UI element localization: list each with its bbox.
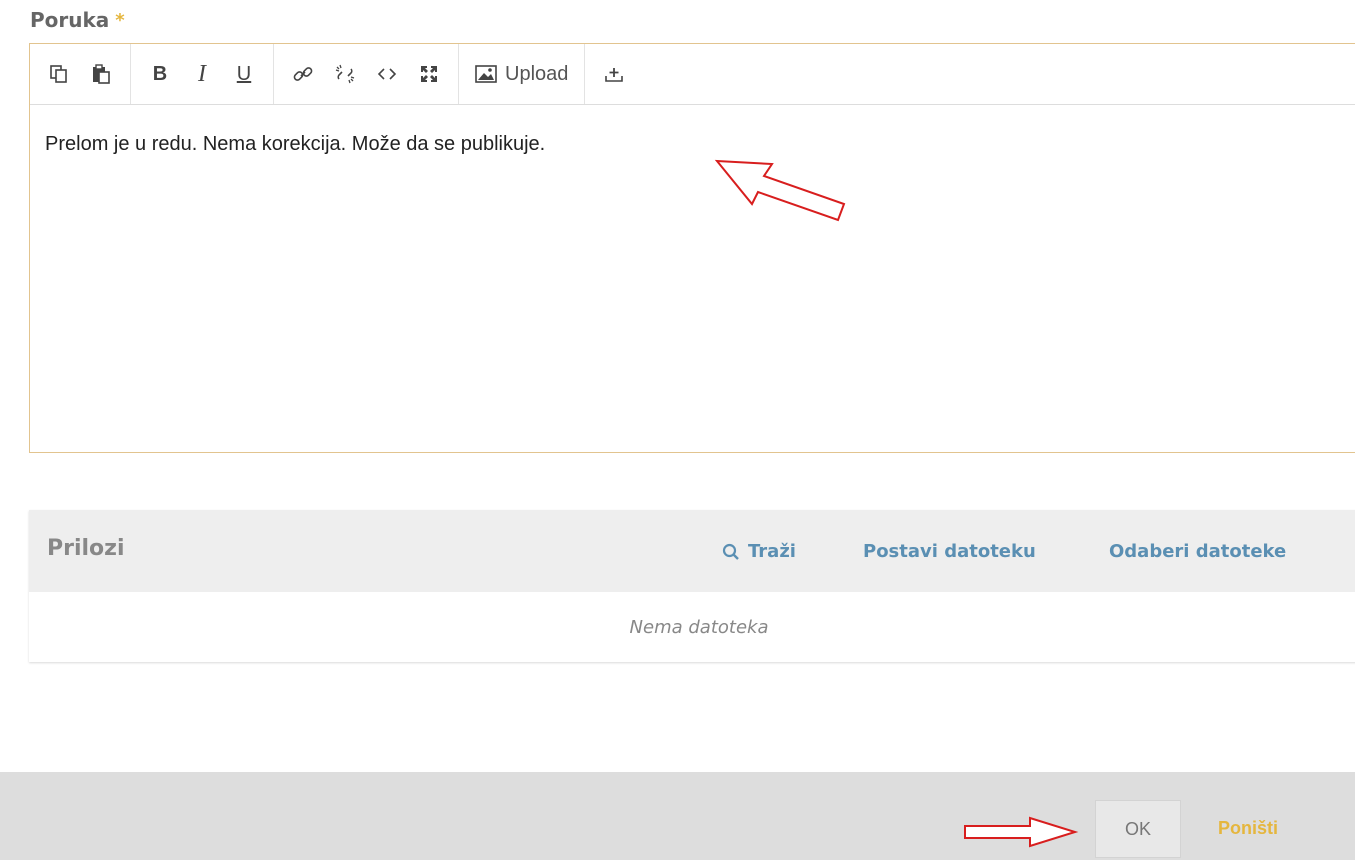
attachments-empty-message: Nema datoteka	[629, 616, 769, 638]
link-icon[interactable]	[285, 56, 321, 92]
upload-file-button[interactable]: Postavi datoteku	[863, 541, 1036, 562]
rich-text-editor: B I U Upload Prelom je u redu. Nema kore…	[29, 43, 1355, 453]
message-label-text: Poruka	[30, 8, 110, 32]
search-button[interactable]: Traži	[722, 541, 796, 562]
bold-icon[interactable]: B	[142, 56, 178, 92]
cancel-button[interactable]: Poništi	[1218, 818, 1278, 839]
image-icon	[475, 65, 497, 83]
upload-image-button[interactable]: Upload	[467, 63, 576, 86]
editor-toolbar: B I U Upload	[30, 44, 1355, 105]
select-files-button[interactable]: Odaberi datoteke	[1109, 541, 1286, 562]
search-icon	[722, 543, 739, 560]
unlink-icon[interactable]	[327, 56, 363, 92]
underline-icon[interactable]: U	[226, 56, 262, 92]
annotation-arrow-icon	[964, 816, 1079, 848]
upload-label: Upload	[505, 62, 569, 85]
paste-icon[interactable]	[83, 56, 119, 92]
dialog-footer: OK Poništi	[0, 772, 1355, 860]
fullscreen-icon[interactable]	[411, 56, 447, 92]
insert-icon[interactable]	[596, 56, 632, 92]
editor-content[interactable]: Prelom je u redu. Nema korekcija. Može d…	[30, 105, 1355, 184]
annotation-arrow-icon	[714, 159, 846, 222]
search-label: Traži	[748, 541, 796, 562]
attachments-header: Prilozi Traži Postavi datoteku Odaberi d…	[29, 510, 1355, 592]
attachments-title: Prilozi	[47, 536, 125, 561]
copy-icon[interactable]	[41, 56, 77, 92]
attachments-panel: Prilozi Traži Postavi datoteku Odaberi d…	[29, 510, 1355, 662]
code-icon[interactable]	[369, 56, 405, 92]
message-field-label: Poruka *	[30, 8, 125, 32]
italic-icon[interactable]: I	[184, 56, 220, 92]
ok-button[interactable]: OK	[1095, 800, 1181, 858]
required-marker: *	[115, 9, 125, 31]
